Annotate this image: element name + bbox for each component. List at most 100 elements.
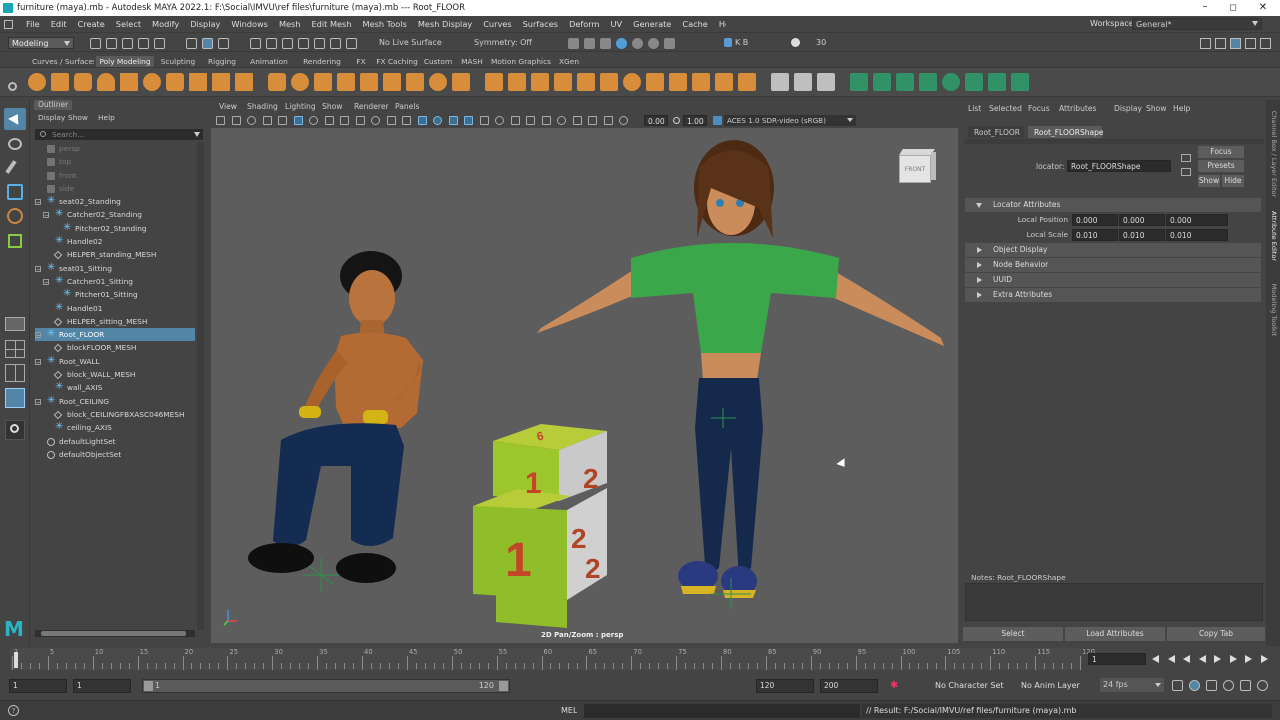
offset-loop-icon[interactable] bbox=[817, 73, 835, 91]
expand-toggle-icon[interactable]: − bbox=[35, 265, 41, 272]
menu-cache[interactable]: Cache bbox=[682, 19, 707, 29]
tab-modeling-toolkit[interactable]: Modeling Toolkit bbox=[1270, 276, 1278, 344]
timeline-ticks[interactable]: 1510152025303540455055606570758085909510… bbox=[10, 648, 1095, 670]
notes-field[interactable] bbox=[965, 583, 1263, 621]
viewport-menu-view[interactable]: View bbox=[219, 102, 237, 111]
focus-button[interactable]: Focus bbox=[1198, 146, 1244, 158]
viewport-tool-8-icon[interactable] bbox=[324, 116, 334, 125]
step-forward-key-icon[interactable] bbox=[1245, 655, 1252, 663]
menu-uv[interactable]: UV bbox=[611, 19, 623, 29]
snap-curve-icon[interactable] bbox=[266, 38, 277, 49]
outliner-item[interactable]: defaultObjectSet bbox=[35, 448, 195, 461]
outliner-vscroll[interactable] bbox=[197, 142, 204, 630]
modeling-toolkit-icon[interactable] bbox=[1215, 38, 1226, 49]
local-position-x[interactable]: 0.000 bbox=[1072, 214, 1118, 226]
outliner-item[interactable]: HELPER_standing_MESH bbox=[35, 248, 195, 261]
time-slider[interactable]: 1510152025303540455055606570758085909510… bbox=[0, 646, 1280, 672]
script-language[interactable]: MEL bbox=[561, 706, 577, 715]
outliner-list[interactable]: persp top front side − ✳ seat02_Standing − ✳ Catc… bbox=[35, 142, 195, 630]
cube-icon[interactable] bbox=[51, 73, 69, 91]
expand-toggle-icon[interactable]: − bbox=[35, 398, 41, 405]
menu-mesh-tools[interactable]: Mesh Tools bbox=[363, 19, 407, 29]
layout-single-icon[interactable] bbox=[5, 317, 25, 331]
menu-modify[interactable]: Modify bbox=[152, 19, 179, 29]
outliner-item[interactable]: front bbox=[35, 169, 195, 182]
uv-planar-icon[interactable] bbox=[850, 73, 868, 91]
outliner-item[interactable]: − ✳ Catcher01_Sitting bbox=[35, 275, 195, 288]
viewport-scene[interactable]: 6 1 2 1 2 2 bbox=[211, 128, 958, 643]
fps-dropdown[interactable]: 24 fps bbox=[1100, 678, 1164, 692]
step-forward-frame-icon[interactable] bbox=[1229, 655, 1237, 663]
viewport-tool-18-icon[interactable] bbox=[479, 116, 489, 125]
snap-point-icon[interactable] bbox=[282, 38, 293, 49]
viewport-tool-5-icon[interactable] bbox=[278, 116, 287, 125]
save-scene-icon[interactable] bbox=[122, 38, 133, 49]
viewport-tool-20-icon[interactable] bbox=[510, 116, 520, 125]
snap-live-icon[interactable] bbox=[330, 38, 341, 49]
shelf-tab-mash[interactable]: MASH bbox=[456, 56, 488, 67]
combine-icon[interactable] bbox=[383, 73, 401, 91]
viewport-tool-26-icon[interactable] bbox=[603, 116, 613, 125]
paint-select-icon[interactable] bbox=[5, 160, 17, 174]
outliner-item[interactable]: − ✳ seat01_Sitting bbox=[35, 262, 195, 275]
layout-two-icon[interactable] bbox=[5, 364, 25, 382]
shelf-tab-animation[interactable]: Animation bbox=[244, 56, 294, 67]
redo-icon[interactable] bbox=[154, 38, 165, 49]
range-handle-right[interactable] bbox=[499, 681, 508, 691]
viewport-menu-panels[interactable]: Panels bbox=[395, 102, 419, 111]
tool-settings-icon[interactable] bbox=[1245, 38, 1256, 49]
viewport-tool-25-icon[interactable] bbox=[588, 116, 597, 125]
sphere-icon[interactable] bbox=[28, 73, 46, 91]
local-scale-y[interactable]: 0.010 bbox=[1119, 229, 1165, 241]
outliner-hscroll[interactable] bbox=[35, 630, 195, 637]
menu-file[interactable]: File bbox=[26, 19, 40, 29]
viewport-tool-16-icon[interactable] bbox=[448, 116, 458, 125]
viewport-menu-renderer[interactable]: Renderer bbox=[354, 102, 389, 111]
menu-mesh[interactable]: Mesh bbox=[279, 19, 301, 29]
type-icon[interactable] bbox=[212, 73, 230, 91]
viewport-tool-17-icon[interactable] bbox=[464, 116, 473, 125]
menu-display[interactable]: Display bbox=[190, 19, 220, 29]
local-position-z[interactable]: 0.000 bbox=[1166, 214, 1228, 226]
target-weld-icon[interactable] bbox=[738, 73, 756, 91]
render-sequence-icon[interactable] bbox=[584, 38, 595, 49]
menu-edit-mesh[interactable]: Edit Mesh bbox=[312, 19, 352, 29]
extrude-icon[interactable] bbox=[485, 73, 503, 91]
shelf-tab-xgen[interactable]: XGen bbox=[554, 56, 584, 67]
uv-auto-icon[interactable] bbox=[919, 73, 937, 91]
ae-menu-list[interactable]: List bbox=[968, 104, 981, 113]
viewport-tool-11-icon[interactable] bbox=[371, 116, 380, 125]
outliner-item[interactable]: ✳ Pitcher02_Standing bbox=[35, 222, 195, 235]
playback-end-field[interactable]: 120 bbox=[756, 679, 814, 693]
outliner-item[interactable]: defaultLightSet bbox=[35, 435, 195, 448]
outliner-item[interactable]: ✳ Pitcher01_Sitting bbox=[35, 288, 195, 301]
viewport-tool-15-icon[interactable] bbox=[433, 116, 442, 125]
poke-icon[interactable] bbox=[600, 73, 618, 91]
shelf-tab-custom[interactable]: Custom bbox=[422, 56, 454, 67]
outliner-menu-display[interactable]: Display bbox=[38, 113, 65, 122]
shelf-tab-poly-modeling[interactable]: Poly Modeling bbox=[96, 56, 154, 67]
svg-icon[interactable] bbox=[189, 73, 207, 91]
presets-button[interactable]: Presets bbox=[1198, 160, 1244, 172]
multi-cut-icon[interactable] bbox=[771, 73, 789, 91]
new-scene-icon[interactable] bbox=[90, 38, 101, 49]
outliner-item[interactable]: block_CEILINGFBXASC046MESH bbox=[35, 408, 195, 421]
range-handle-left[interactable] bbox=[144, 681, 153, 691]
bevel2-icon[interactable] bbox=[508, 73, 526, 91]
shelf-tab-motion-graphics[interactable]: Motion Graphics bbox=[490, 56, 552, 67]
loop-icon[interactable] bbox=[1172, 680, 1183, 691]
sculpt-tools-icon[interactable] bbox=[1200, 38, 1211, 49]
play-back-icon[interactable] bbox=[1198, 655, 1206, 663]
outliner-item[interactable]: ✳ wall_AXIS bbox=[35, 381, 195, 394]
outliner-item[interactable]: HELPER_sitting_MESH bbox=[35, 315, 195, 328]
viewport-tool-27-icon[interactable] bbox=[619, 116, 628, 125]
viewport-tool-6-icon[interactable] bbox=[293, 116, 303, 125]
colorspace-dropdown[interactable]: ACES 1.0 SDR-video (sRGB) bbox=[724, 115, 856, 126]
outliner-item[interactable]: top bbox=[35, 155, 195, 168]
snap-grid-icon[interactable] bbox=[250, 38, 261, 49]
local-scale-x[interactable]: 0.010 bbox=[1072, 229, 1118, 241]
select-hierarchy-icon[interactable] bbox=[186, 38, 197, 49]
outliner-menu-show[interactable]: Show bbox=[68, 113, 88, 122]
view-cube-front[interactable]: FRONT bbox=[899, 155, 931, 183]
viewport-tool-3-icon[interactable] bbox=[247, 116, 256, 125]
